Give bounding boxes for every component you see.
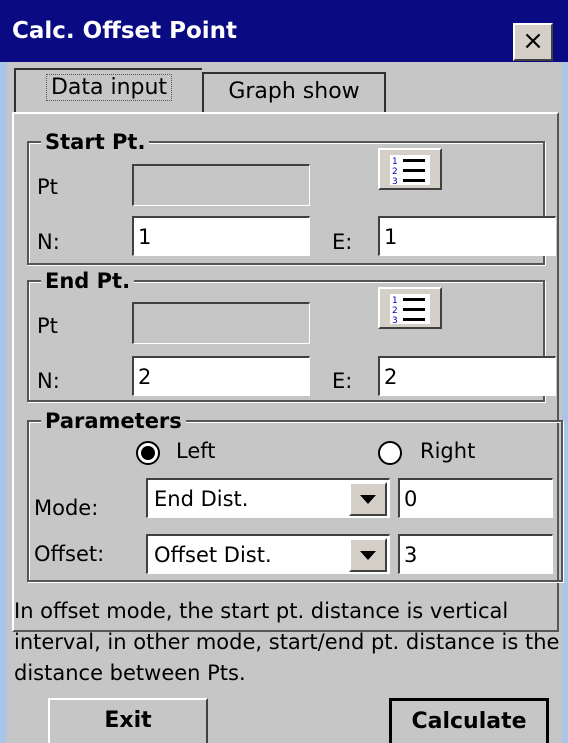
offset-select-value: Offset Dist.: [154, 543, 272, 567]
end-pt-label: Pt: [37, 314, 58, 338]
end-pt-field: [132, 302, 310, 344]
offset-select[interactable]: Offset Dist.: [146, 534, 390, 574]
numbered-list-icon: 1 2 3: [390, 155, 430, 185]
start-e-field[interactable]: 1: [378, 216, 556, 256]
end-e-field[interactable]: 2: [378, 356, 556, 396]
mode-number-field[interactable]: 0: [398, 478, 553, 518]
calculate-button[interactable]: Calculate: [389, 698, 549, 743]
right-radio[interactable]: [378, 441, 402, 465]
svg-text:3: 3: [392, 316, 398, 324]
mode-select-value: End Dist.: [154, 487, 249, 511]
end-n-label: N:: [37, 369, 60, 393]
numbered-list-icon: 1 2 3: [390, 294, 430, 324]
svg-text:2: 2: [392, 167, 398, 177]
chevron-down-icon[interactable]: [349, 538, 387, 572]
tab-graph-show-label: Graph show: [228, 79, 360, 104]
end-e-label: E:: [332, 369, 353, 393]
end-pt-group-title: End Pt.: [41, 268, 135, 294]
tab-graph-show[interactable]: Graph show: [202, 72, 386, 112]
start-pt-group-title: Start Pt.: [41, 129, 150, 155]
right-radio-label: Right: [420, 439, 476, 463]
close-button[interactable]: ×: [513, 23, 553, 61]
start-e-label: E:: [332, 230, 353, 254]
exit-button[interactable]: Exit: [48, 698, 208, 743]
window-left-border: [0, 62, 7, 743]
chevron-down-icon[interactable]: [349, 482, 387, 516]
start-pt-label: Pt: [37, 175, 58, 199]
end-n-field[interactable]: 2: [132, 356, 310, 396]
svg-text:2: 2: [392, 306, 398, 316]
svg-text:1: 1: [392, 296, 398, 306]
help-note: In offset mode, the start pt. distance i…: [14, 599, 560, 685]
tab-data-input-label: Data input: [45, 74, 173, 101]
mode-label: Mode:: [34, 496, 99, 520]
title-bar: Calc. Offset Point ×: [0, 0, 568, 62]
start-n-field[interactable]: 1: [132, 216, 310, 256]
tab-data-input[interactable]: Data input: [14, 68, 202, 112]
svg-text:1: 1: [392, 157, 398, 167]
left-radio[interactable]: [136, 441, 160, 465]
dialog-window: Calc. Offset Point × Data input Graph sh…: [0, 0, 568, 743]
start-pt-list-button[interactable]: 1 2 3: [378, 148, 442, 190]
start-n-label: N:: [37, 230, 60, 254]
mode-select[interactable]: End Dist.: [146, 478, 390, 518]
window-right-border: [562, 62, 568, 743]
offset-label: Offset:: [34, 542, 105, 566]
offset-number-field[interactable]: 3: [398, 534, 553, 574]
window-title: Calc. Offset Point: [12, 18, 238, 44]
start-pt-field: [132, 164, 310, 206]
svg-text:3: 3: [392, 177, 398, 185]
end-pt-list-button[interactable]: 1 2 3: [378, 287, 442, 329]
parameters-group-title: Parameters: [41, 408, 186, 434]
left-radio-label: Left: [176, 439, 216, 463]
